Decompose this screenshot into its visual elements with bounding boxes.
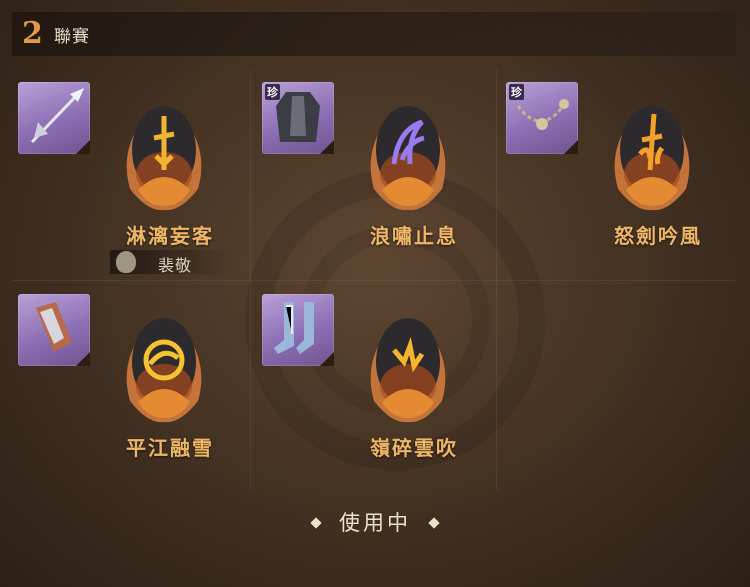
set-card-2[interactable]: 珍 浪嘯止息: [256, 82, 500, 292]
wave-rune-icon[interactable]: [364, 94, 452, 212]
set-card-5[interactable]: 嶺碎雲吹: [256, 294, 500, 504]
section-header: 2 聯賽: [12, 12, 736, 56]
set-card-1[interactable]: 淋漓妄客 裴敬: [12, 82, 256, 292]
swirl-rune-icon[interactable]: [120, 306, 208, 424]
status-label: 使用中: [339, 511, 411, 535]
set-name: 浪嘯止息: [370, 224, 458, 248]
follower-avatar: [116, 251, 136, 273]
set-name: 平江融雪: [126, 436, 214, 460]
sword-rune-icon[interactable]: [608, 94, 696, 212]
section-title: 聯賽: [54, 27, 90, 47]
set-card-4[interactable]: 平江融雪: [12, 294, 256, 504]
rare-badge: 珍: [265, 84, 280, 100]
set-name: 怒劍吟風: [614, 224, 702, 248]
sword-rune-icon[interactable]: [120, 94, 208, 212]
spear-icon[interactable]: [18, 82, 90, 154]
armor-icon[interactable]: 珍: [262, 82, 334, 154]
follower-tag: 裴敬: [110, 250, 230, 275]
follower-name: 裴敬: [158, 256, 193, 275]
rare-badge: 珍: [509, 84, 524, 100]
set-name: 淋漓妄客: [126, 224, 214, 248]
bead-chain-icon[interactable]: 珍: [506, 82, 578, 154]
lightning-rune-icon[interactable]: [364, 306, 452, 424]
set-name: 嶺碎雲吹: [370, 436, 458, 460]
in-use-status: 使用中: [300, 508, 450, 538]
diamond-icon: [428, 517, 440, 529]
boots-icon[interactable]: [262, 294, 334, 366]
set-card-3[interactable]: 珍 怒劍吟風: [500, 82, 744, 292]
diamond-icon: [310, 517, 322, 529]
bracer-icon[interactable]: [18, 294, 90, 366]
section-number: 2: [22, 16, 43, 51]
